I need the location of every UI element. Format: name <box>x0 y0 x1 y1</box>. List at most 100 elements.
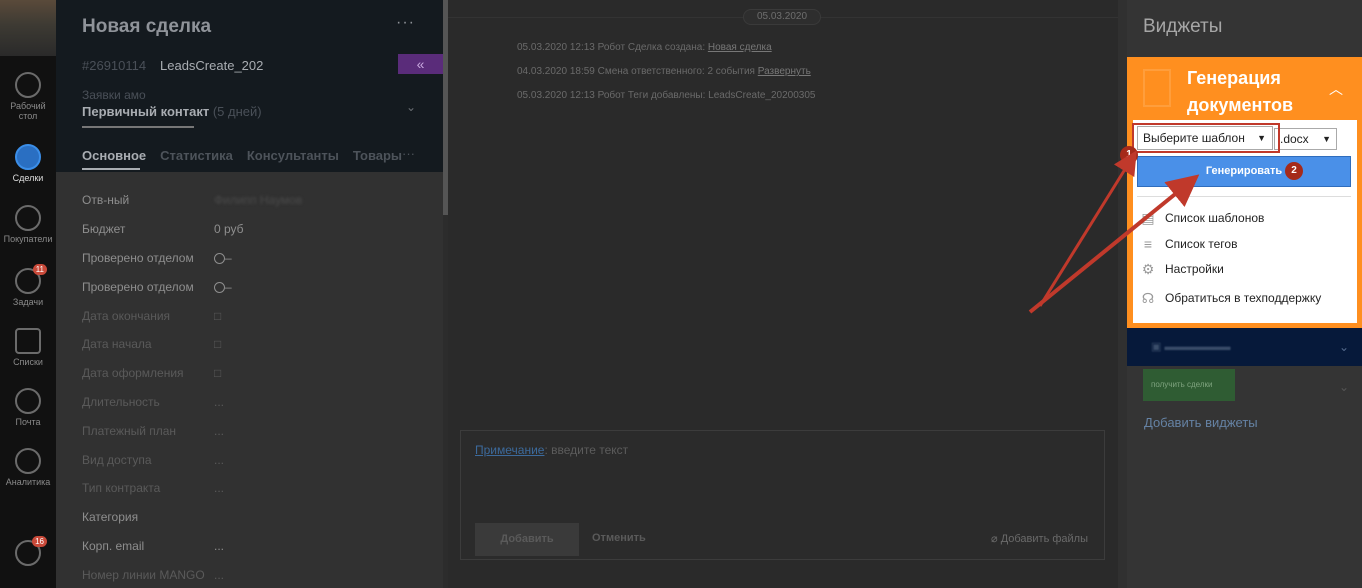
nav-dashboard[interactable]: Рабочий стол <box>0 72 56 121</box>
field-row[interactable]: Дата окончания □ <box>82 301 432 330</box>
generate-button[interactable]: Генерировать <box>1137 156 1351 187</box>
field-row[interactable]: Категория <box>82 503 432 532</box>
field-row[interactable]: Проверено отделом – <box>82 244 432 273</box>
calendar-icon[interactable]: □ <box>214 337 221 351</box>
nav-tasks[interactable]: 11 Задачи <box>0 264 56 307</box>
note-type-link[interactable]: Примечание <box>475 443 544 457</box>
cancel-note-button[interactable]: Отменить <box>592 532 646 544</box>
expand-link[interactable]: Развернуть <box>758 66 811 77</box>
format-select[interactable]: .docx ▼ <box>1274 128 1337 150</box>
nav-lists[interactable]: Списки <box>0 328 56 367</box>
chevron-up-icon[interactable]: ︿ <box>1329 79 1343 99</box>
field-label: Дата оформления <box>82 366 184 381</box>
deal-card: Новая сделка ··· #26910114 LeadsCreate_2… <box>56 0 443 588</box>
field-row[interactable]: Номер линии MANGO... <box>82 560 432 588</box>
stage-days: (5 дней) <box>212 104 262 119</box>
list-icon: ≡ <box>1143 236 1153 252</box>
date-chip: 05.03.2020 <box>743 9 821 25</box>
menu-settings[interactable]: ⚙ Настройки <box>1139 260 1224 278</box>
deal-more-button[interactable]: ··· <box>396 14 415 32</box>
widgets-panel: Виджеты Генерация документов ︿ .docx ▼ Вы… <box>1120 0 1362 588</box>
menu-tags-list[interactable]: ≡ Список тегов <box>1139 235 1238 253</box>
dropdown-arrow-icon: ▼ <box>1322 134 1331 144</box>
format-select-value: .docx <box>1280 132 1309 146</box>
feed-event: 05.03.2020 12:13 Робот Сделка создана: Н… <box>517 42 772 53</box>
field-row[interactable]: Вид доступа... <box>82 445 432 474</box>
field-value[interactable]: ... <box>214 568 224 582</box>
field-value[interactable]: ... <box>214 453 224 467</box>
nav-tasks-label: Задачи <box>12 297 44 307</box>
note-input[interactable]: Примечание: введите текст <box>475 443 628 457</box>
tab-consultants[interactable]: Консультанты <box>247 148 339 163</box>
nav-deals-label: Сделки <box>12 173 44 183</box>
field-row[interactable]: Бюджет 0 руб <box>82 215 432 244</box>
field-value[interactable]: ... <box>214 424 224 438</box>
account-thumbnail[interactable] <box>0 0 56 56</box>
attach-files-button[interactable]: ⌀ Добавить файлы <box>991 532 1088 545</box>
tabs-more-button[interactable]: ··· <box>402 146 415 161</box>
widget-row[interactable]: ▣ ▬▬▬▬▬▬ ⌄ <box>1127 328 1362 366</box>
field-row[interactable]: Корп. email... <box>82 532 432 561</box>
stage-name: Первичный контакт <box>82 104 210 119</box>
field-row[interactable]: Длительность... <box>82 388 432 417</box>
left-nav: Рабочий стол Сделки Покупатели 11 Задачи… <box>0 0 56 588</box>
doc-generation-widget: Генерация документов ︿ .docx ▼ Выберите ш… <box>1120 57 1362 328</box>
field-value[interactable]: ... <box>214 539 224 553</box>
field-label: Корп. email <box>82 538 145 553</box>
menu-templates-list[interactable]: ▤ Список шаблонов <box>1139 209 1264 227</box>
deal-card-header: Новая сделка ··· #26910114 LeadsCreate_2… <box>56 0 443 172</box>
tab-main[interactable]: Основное <box>82 148 146 163</box>
event-text: 04.03.2020 18:59 Смена ответственного: 2… <box>517 66 758 77</box>
step-marker-1: 1 <box>1120 146 1138 164</box>
deal-id: #26910114 <box>82 58 147 73</box>
field-label: Номер линии MANGO <box>82 567 205 582</box>
generate-button-label: Генерировать <box>1205 165 1283 177</box>
tab-products[interactable]: Товары <box>353 148 402 163</box>
field-value[interactable]: ... <box>214 395 224 409</box>
field-row[interactable]: Дата начала □ <box>82 330 432 359</box>
chevron-down-icon[interactable]: ⌄ <box>406 100 416 114</box>
nav-deals[interactable]: Сделки <box>0 144 56 183</box>
get-deals-widget[interactable]: получить сделки <box>1143 369 1235 401</box>
widget-title: Генерация документов <box>1187 65 1293 119</box>
chevron-down-icon[interactable]: ⌄ <box>1339 380 1349 394</box>
add-widgets-link[interactable]: Добавить виджеты <box>1144 415 1258 430</box>
collapse-card-button[interactable]: « <box>398 54 443 74</box>
nav-mail-label: Почта <box>15 417 41 427</box>
field-row[interactable]: Платежный план... <box>82 416 432 445</box>
field-row[interactable]: Дата оформления □ <box>82 359 432 388</box>
nav-mail[interactable]: Почта <box>0 388 56 427</box>
highlight-box <box>1132 123 1280 153</box>
field-row[interactable]: Тип контракта... <box>82 474 432 503</box>
feed-event: 05.03.2020 12:13 Робот Теги добавлены: L… <box>517 90 816 101</box>
calendar-icon[interactable]: □ <box>214 366 221 380</box>
step-marker-2: 2 <box>1285 162 1303 180</box>
analytics-icon <box>15 448 41 474</box>
nav-analytics[interactable]: Аналитика <box>0 448 56 487</box>
event-link[interactable]: Новая сделка <box>708 42 772 53</box>
add-note-button[interactable]: Добавить <box>475 523 579 556</box>
field-row[interactable]: Проверено отделом – <box>82 272 432 301</box>
widget-divider <box>1137 196 1351 197</box>
field-toggle[interactable]: – <box>214 251 232 265</box>
field-row[interactable]: Отв-ный Филипп Наумов <box>82 186 432 215</box>
field-label: Дата окончания <box>82 308 171 323</box>
note-composer[interactable]: Примечание: введите текст Добавить Отмен… <box>460 430 1105 560</box>
chevron-down-icon[interactable]: ⌄ <box>1339 340 1349 354</box>
field-value[interactable]: ... <box>214 481 224 495</box>
nav-chat[interactable]: 16 <box>0 536 56 569</box>
field-label: Проверено отделом <box>82 279 194 294</box>
nav-settings[interactable] <box>0 502 56 519</box>
deal-tag[interactable]: LeadsCreate_202 <box>160 58 263 73</box>
deal-title[interactable]: Новая сделка <box>82 16 211 38</box>
nav-customers[interactable]: Покупатели <box>0 205 56 244</box>
mail-icon <box>15 388 41 414</box>
stage-selector[interactable]: Первичный контакт (5 дней) <box>82 104 262 119</box>
tab-statistics[interactable]: Статистика <box>160 148 233 163</box>
lists-icon <box>15 328 41 354</box>
calendar-icon[interactable]: □ <box>214 309 221 323</box>
menu-support[interactable]: ☊ Обратиться в техподдержку <box>1139 289 1321 307</box>
field-toggle[interactable]: – <box>214 280 232 294</box>
field-label: Категория <box>82 510 139 525</box>
nav-dashboard-label: Рабочий стол <box>10 101 46 121</box>
